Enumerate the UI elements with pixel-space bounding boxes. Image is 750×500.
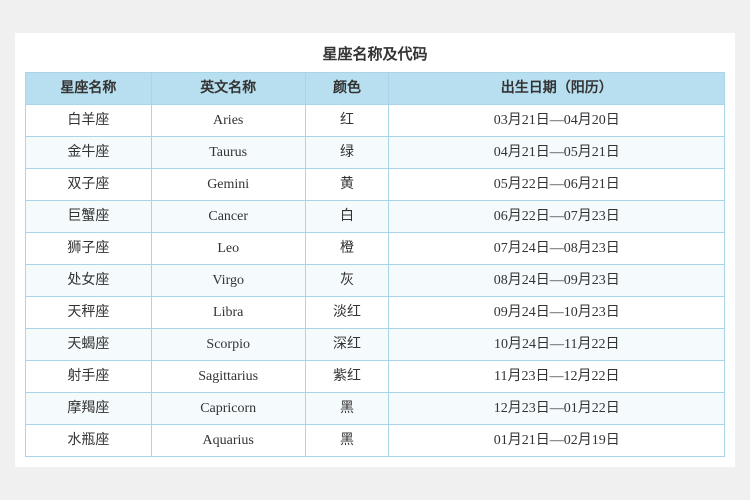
main-container: 星座名称及代码 星座名称 英文名称 颜色 出生日期（阳历） 白羊座Aries红0… [15, 33, 735, 467]
cell-zh-name: 水瓶座 [26, 425, 152, 457]
cell-en-name: Virgo [151, 265, 305, 297]
table-row: 狮子座Leo橙07月24日—08月23日 [26, 233, 725, 265]
cell-zh-name: 天秤座 [26, 297, 152, 329]
cell-color: 黑 [305, 425, 389, 457]
cell-en-name: Aquarius [151, 425, 305, 457]
cell-en-name: Gemini [151, 169, 305, 201]
cell-birth-date: 06月22日—07月23日 [389, 201, 725, 233]
cell-zh-name: 金牛座 [26, 137, 152, 169]
cell-birth-date: 08月24日—09月23日 [389, 265, 725, 297]
table-row: 摩羯座Capricorn黑12月23日—01月22日 [26, 393, 725, 425]
cell-color: 深红 [305, 329, 389, 361]
table-row: 水瓶座Aquarius黑01月21日—02月19日 [26, 425, 725, 457]
cell-color: 绿 [305, 137, 389, 169]
cell-zh-name: 双子座 [26, 169, 152, 201]
cell-en-name: Capricorn [151, 393, 305, 425]
cell-color: 淡红 [305, 297, 389, 329]
zodiac-table: 星座名称 英文名称 颜色 出生日期（阳历） 白羊座Aries红03月21日—04… [25, 72, 725, 457]
page-title: 星座名称及代码 [25, 43, 725, 64]
table-row: 白羊座Aries红03月21日—04月20日 [26, 105, 725, 137]
cell-birth-date: 12月23日—01月22日 [389, 393, 725, 425]
cell-birth-date: 09月24日—10月23日 [389, 297, 725, 329]
table-row: 天蝎座Scorpio深红10月24日—11月22日 [26, 329, 725, 361]
cell-color: 紫红 [305, 361, 389, 393]
cell-color: 黑 [305, 393, 389, 425]
cell-birth-date: 07月24日—08月23日 [389, 233, 725, 265]
cell-birth-date: 04月21日—05月21日 [389, 137, 725, 169]
cell-color: 灰 [305, 265, 389, 297]
cell-en-name: Aries [151, 105, 305, 137]
table-row: 双子座Gemini黄05月22日—06月21日 [26, 169, 725, 201]
cell-birth-date: 05月22日—06月21日 [389, 169, 725, 201]
cell-en-name: Libra [151, 297, 305, 329]
cell-en-name: Sagittarius [151, 361, 305, 393]
cell-birth-date: 10月24日—11月22日 [389, 329, 725, 361]
cell-en-name: Scorpio [151, 329, 305, 361]
table-row: 处女座Virgo灰08月24日—09月23日 [26, 265, 725, 297]
table-row: 天秤座Libra淡红09月24日—10月23日 [26, 297, 725, 329]
cell-color: 红 [305, 105, 389, 137]
cell-color: 白 [305, 201, 389, 233]
cell-zh-name: 摩羯座 [26, 393, 152, 425]
table-row: 巨蟹座Cancer白06月22日—07月23日 [26, 201, 725, 233]
cell-birth-date: 01月21日—02月19日 [389, 425, 725, 457]
header-birth-date: 出生日期（阳历） [389, 73, 725, 105]
table-row: 射手座Sagittarius紫红11月23日—12月22日 [26, 361, 725, 393]
cell-en-name: Taurus [151, 137, 305, 169]
table-header-row: 星座名称 英文名称 颜色 出生日期（阳历） [26, 73, 725, 105]
cell-color: 橙 [305, 233, 389, 265]
table-row: 金牛座Taurus绿04月21日—05月21日 [26, 137, 725, 169]
cell-en-name: Cancer [151, 201, 305, 233]
cell-zh-name: 巨蟹座 [26, 201, 152, 233]
cell-color: 黄 [305, 169, 389, 201]
header-zh-name: 星座名称 [26, 73, 152, 105]
cell-zh-name: 狮子座 [26, 233, 152, 265]
cell-zh-name: 天蝎座 [26, 329, 152, 361]
cell-zh-name: 射手座 [26, 361, 152, 393]
cell-birth-date: 03月21日—04月20日 [389, 105, 725, 137]
cell-en-name: Leo [151, 233, 305, 265]
cell-zh-name: 处女座 [26, 265, 152, 297]
header-en-name: 英文名称 [151, 73, 305, 105]
cell-birth-date: 11月23日—12月22日 [389, 361, 725, 393]
header-color: 颜色 [305, 73, 389, 105]
cell-zh-name: 白羊座 [26, 105, 152, 137]
